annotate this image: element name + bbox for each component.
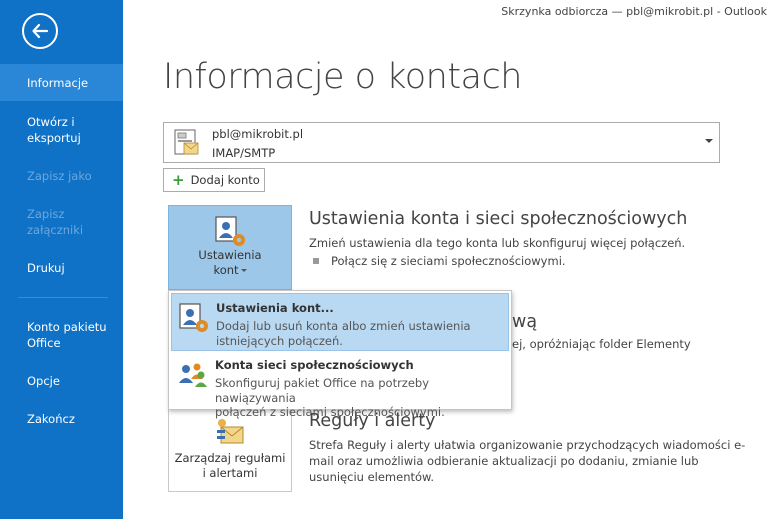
section-title-account-settings: Ustawienia konta i sieci społecznościowy… — [309, 209, 688, 229]
menu-item-desc-line2: połączeń z sieciami społecznościowymi. — [215, 405, 445, 419]
menu-item-title: Konta sieci społecznościowych — [215, 358, 414, 372]
tile-label-line1: Zarządzaj regułami — [174, 451, 286, 465]
nav-otworz-eksportuj[interactable]: Otwórz i eksportuj — [0, 114, 100, 146]
nav-zapisz-zalaczniki[interactable]: Zapisz załączniki — [0, 206, 100, 238]
nav-divider — [18, 297, 108, 298]
section-title-cleanup: wą — [512, 312, 538, 332]
section-desc-cleanup: ej, opróżniając folder Elementy — [512, 337, 691, 351]
menu-item-title: Ustawienia kont... — [216, 301, 334, 315]
window-title: Skrzynka odbiorcza — pbl@mikrobit.pl - O… — [501, 5, 767, 18]
add-account-label: Dodaj konto — [190, 173, 260, 187]
nav-konto-pakietu-office[interactable]: Konto pakietu Office — [0, 319, 110, 351]
account-settings-tile[interactable]: Ustawienia kont — [168, 205, 292, 290]
menu-item-social-accounts[interactable]: Konta sieci społecznościowych Skonfiguru… — [171, 351, 509, 419]
menu-item-desc: Dodaj lub usuń konta albo zmień ustawien… — [216, 319, 506, 348]
nav-informacje[interactable]: Informacje — [0, 64, 123, 101]
menu-item-account-settings[interactable]: Ustawienia kont... Dodaj lub usuń konta … — [171, 293, 509, 351]
manage-rules-tile[interactable]: Zarządzaj regułami i alertami — [168, 408, 292, 492]
rules-alerts-icon — [217, 419, 244, 444]
section-desc-rules-line1: Strefa Reguły i alerty ułatwia organizow… — [309, 438, 746, 452]
menu-item-desc-line1: Dodaj lub usuń konta albo zmień ustawien… — [216, 319, 471, 333]
plus-icon: + — [172, 170, 185, 189]
mail-account-icon — [174, 129, 199, 155]
add-account-button[interactable]: + Dodaj konto — [163, 168, 265, 192]
menu-item-desc-line1: Skonfiguruj pakiet Office na potrzeby na… — [215, 376, 430, 405]
bullet-icon — [313, 258, 319, 264]
account-selector[interactable]: pbl@mikrobit.pl IMAP/SMTP — [163, 122, 720, 163]
account-settings-icon — [179, 303, 208, 332]
section-desc-rules-line2: mail oraz umożliwia odbieranie aktualiza… — [309, 454, 699, 468]
nav-zapisz-jako[interactable]: Zapisz jako — [0, 168, 123, 184]
backstage-sidebar: Informacje Otwórz i eksportuj Zapisz jak… — [0, 0, 123, 519]
tile-label-line2: kont — [213, 263, 239, 277]
tile-label-line1: Ustawienia — [198, 248, 262, 262]
nav-opcje[interactable]: Opcje — [0, 373, 123, 389]
back-button[interactable] — [22, 13, 58, 49]
section-desc-rules-line3: usunięciu elementów. — [309, 470, 435, 484]
chevron-down-icon — [240, 269, 247, 272]
nav-drukuj[interactable]: Drukuj — [0, 260, 123, 276]
social-network-icon — [179, 363, 207, 387]
account-email: pbl@mikrobit.pl — [212, 127, 304, 141]
page-title: Informacje o kontach — [163, 57, 522, 97]
account-type: IMAP/SMTP — [212, 146, 276, 160]
tile-label-line2: i alertami — [202, 466, 258, 480]
account-settings-icon — [215, 216, 245, 246]
chevron-down-icon[interactable] — [705, 139, 713, 143]
account-settings-menu: Ustawienia kont... Dodaj lub usuń konta … — [168, 290, 512, 419]
arrow-left-icon — [32, 23, 49, 39]
menu-item-desc: Skonfiguruj pakiet Office na potrzeby na… — [215, 376, 505, 420]
section-desc-account-settings: Zmień ustawienia dla tego konta lub skon… — [309, 236, 686, 250]
menu-item-desc-line2: istniejących połączeń. — [216, 333, 343, 348]
nav-zakoncz[interactable]: Zakończ — [0, 411, 123, 427]
connect-social-link[interactable]: Połącz się z sieciami społecznościowymi. — [331, 253, 566, 270]
